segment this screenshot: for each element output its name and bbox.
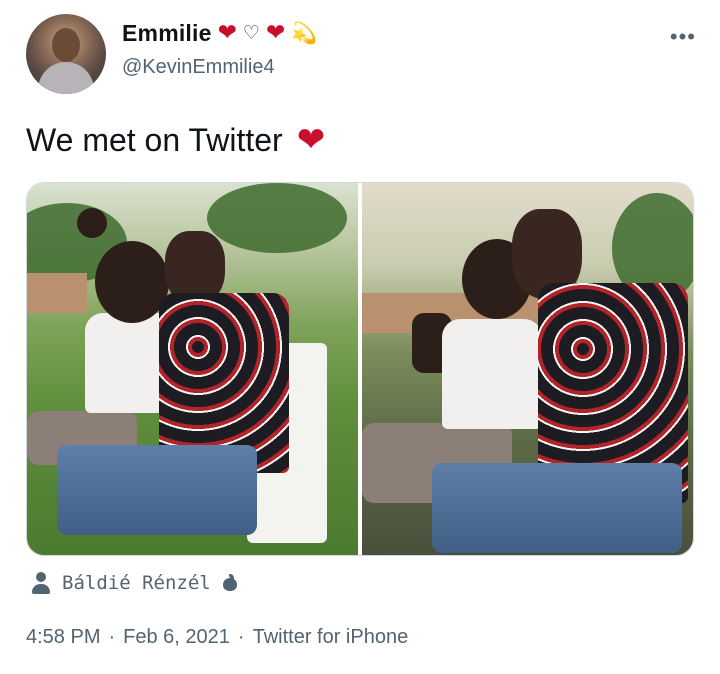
photo-left[interactable] [27,183,358,555]
avatar-face [52,28,80,62]
red-heart-icon: ❤ [217,20,237,46]
apple-icon [222,574,237,591]
media-container [26,182,694,556]
white-heart-icon: ♡ [242,22,260,44]
woman-tshirt [442,319,542,429]
tweet-time[interactable]: 4:58 PM [26,626,100,649]
heart-emoji-icon: ❤ [296,120,326,160]
photo-attribution[interactable]: Báldié Rénzél [32,572,237,594]
background-person [77,208,107,238]
tweet-source[interactable]: Twitter for iPhone [253,626,409,649]
avatar[interactable] [26,14,106,94]
tweet-date[interactable]: Feb 6, 2021 [123,626,230,649]
attribution-name: Báldié Rénzél [62,572,211,594]
tweet-meta: 4:58 PM · Feb 6, 2021 · Twitter for iPho… [26,626,408,649]
woman-hair [95,241,169,323]
tweet-text-body: We met on Twitter [26,121,283,158]
avatar-shirt [38,62,94,94]
user-icon [32,572,50,594]
display-name[interactable]: Emmilie [122,20,212,47]
red-heart-icon: ❤ [265,20,286,46]
photo-right[interactable] [362,183,693,555]
tree-foliage [207,183,347,253]
meta-separator: · [108,626,116,648]
user-handle[interactable]: @KevinEmmilie4 [122,56,275,79]
man-jeans [432,463,682,553]
man-jeans [57,445,257,535]
author-name-row: Emmilie ❤ ♡ ❤ 💫 [122,20,317,47]
brick-wall [27,273,87,313]
dizzy-star-icon: 💫 [291,21,318,45]
more-options-icon[interactable]: ••• [670,24,696,50]
tweet-text: We met on Twitter ❤ [26,120,325,160]
meta-separator: · [237,626,245,648]
